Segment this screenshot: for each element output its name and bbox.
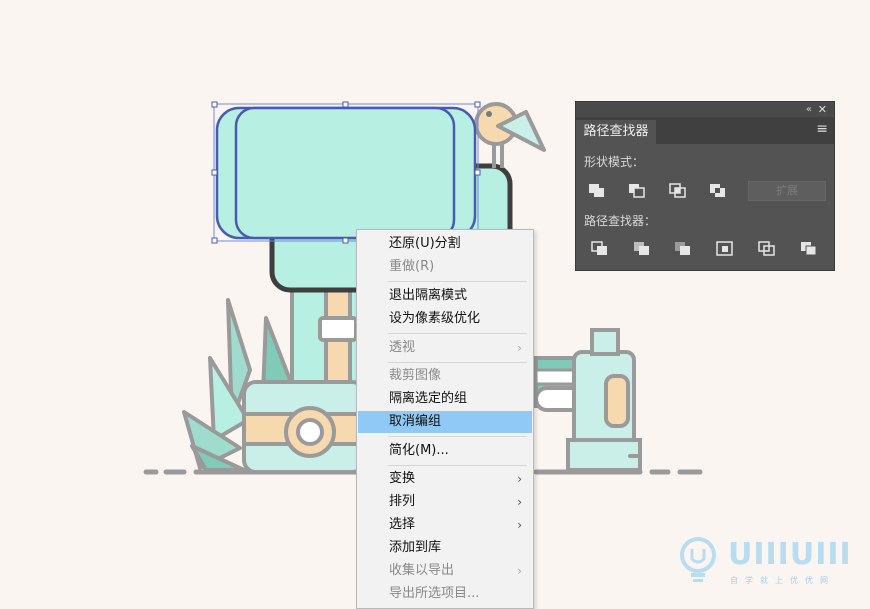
watermark-tagline: 自学就上优优网 bbox=[730, 576, 835, 585]
merge-icon bbox=[675, 242, 690, 255]
menu-item-redo[interactable]: 重做(R) bbox=[358, 256, 532, 278]
close-panel-icon[interactable]: ✕ bbox=[818, 102, 827, 117]
menu-item-add-to-library[interactable]: 添加到库 bbox=[358, 537, 532, 559]
menu-item-exit-isolation[interactable]: 退出隔离模式 bbox=[358, 285, 532, 307]
unite-icon bbox=[589, 184, 604, 197]
menu-item-simplify[interactable]: 简化(M)... bbox=[358, 440, 532, 462]
menu-item-undo-divide[interactable]: 还原(U)分割 bbox=[358, 233, 532, 255]
trim-icon bbox=[634, 242, 649, 255]
menu-item-transform[interactable]: 变换 › bbox=[358, 468, 532, 490]
panel-menu-icon[interactable]: ≡ bbox=[816, 121, 828, 137]
divide-icon bbox=[591, 241, 607, 255]
tab-pathfinder[interactable]: 路径查找器 bbox=[576, 120, 656, 144]
submenu-arrow-icon: › bbox=[517, 472, 522, 486]
menu-item-isolate-group[interactable]: 隔离选定的组 bbox=[358, 388, 532, 410]
menu-item-perspective[interactable]: 透视 › bbox=[358, 337, 532, 359]
outline-icon bbox=[758, 241, 775, 256]
unite-button[interactable] bbox=[585, 180, 609, 202]
expand-button[interactable]: 扩展 bbox=[748, 181, 826, 201]
panel-title-bar[interactable]: « ✕ bbox=[576, 102, 834, 117]
shape-modes-label: 形状模式： bbox=[584, 155, 645, 169]
lightbulb-logo-icon bbox=[680, 537, 716, 582]
camera-body bbox=[242, 380, 366, 474]
minus-front-button[interactable] bbox=[625, 180, 649, 202]
menu-item-ungroup[interactable]: 取消编组 bbox=[358, 411, 532, 433]
panel-tab-row: 路径查找器 ≡ bbox=[576, 117, 834, 144]
exclude-icon bbox=[710, 184, 725, 197]
collapse-panel-icon[interactable]: « bbox=[806, 102, 812, 117]
minus-front-icon bbox=[629, 184, 645, 198]
menu-item-collect-for-export[interactable]: 收集以导出 › bbox=[358, 560, 532, 582]
divide-button[interactable] bbox=[588, 238, 612, 260]
menu-item-arrange[interactable]: 排列 › bbox=[358, 491, 532, 513]
strap-buckle bbox=[318, 316, 358, 342]
pathfinder-panel: « ✕ 路径查找器 ≡ 形状模式： 扩展 路径查找器： bbox=[575, 101, 835, 271]
bird-illustration bbox=[474, 102, 546, 168]
context-menu: 还原(U)分割 重做(R) 退出隔离模式 设为像素级优化 透视 › 裁剪图像 隔离… bbox=[356, 229, 534, 609]
submenu-arrow-icon: › bbox=[517, 341, 522, 355]
intersect-button[interactable] bbox=[666, 180, 690, 202]
menu-separator bbox=[388, 362, 527, 363]
minus-back-button[interactable] bbox=[797, 238, 821, 260]
watermark-brand: UIIIUIII bbox=[728, 537, 852, 572]
crop-icon bbox=[716, 241, 733, 256]
submenu-arrow-icon: › bbox=[517, 564, 522, 578]
submenu-arrow-icon: › bbox=[517, 518, 522, 532]
outline-button[interactable] bbox=[755, 238, 779, 260]
minus-back-icon bbox=[801, 242, 817, 256]
menu-item-pixel-optimize[interactable]: 设为像素级优化 bbox=[358, 308, 532, 330]
menu-item-crop-image[interactable]: 裁剪图像 bbox=[358, 365, 532, 387]
trim-button[interactable] bbox=[630, 238, 654, 260]
watermark: UIIIUIII 自学就上优优网 bbox=[676, 535, 856, 590]
menu-item-select[interactable]: 选择 › bbox=[358, 514, 532, 536]
selected-sign-board[interactable] bbox=[211, 101, 481, 244]
pathfinders-label: 路径查找器： bbox=[584, 214, 657, 228]
crop-button[interactable] bbox=[713, 238, 737, 260]
machine-right bbox=[534, 328, 642, 472]
submenu-arrow-icon: › bbox=[517, 495, 522, 509]
menu-separator bbox=[388, 333, 527, 334]
merge-button[interactable] bbox=[671, 238, 695, 260]
exclude-button[interactable] bbox=[706, 180, 730, 202]
menu-separator bbox=[388, 465, 527, 466]
menu-separator bbox=[388, 281, 527, 282]
intersect-icon bbox=[669, 183, 686, 198]
menu-separator bbox=[388, 436, 527, 437]
